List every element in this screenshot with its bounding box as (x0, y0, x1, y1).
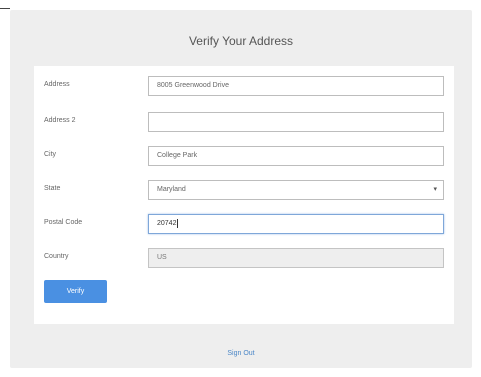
address-form: Address 8005 Greenwood Drive Address 2 C… (34, 66, 454, 324)
address-row: Address 8005 Greenwood Drive (34, 76, 454, 96)
text-caret (177, 218, 179, 228)
country-label: Country (44, 253, 69, 260)
postal-code-input[interactable]: 20742 (148, 214, 444, 234)
city-row: City College Park (34, 146, 454, 166)
address2-row: Address 2 (34, 112, 454, 132)
page: Verify Your Address Address 8005 Greenwo… (0, 0, 481, 377)
state-select[interactable]: Maryland ▾ (148, 180, 444, 200)
corner-mark (0, 8, 10, 9)
address2-input[interactable] (148, 112, 444, 132)
chevron-down-icon: ▾ (433, 186, 437, 193)
address-label: Address (44, 81, 70, 88)
state-label: State (44, 185, 61, 192)
state-row: State Maryland ▾ (34, 180, 454, 200)
country-row: Country US (34, 248, 454, 268)
city-label: City (44, 151, 57, 158)
verify-address-panel: Verify Your Address Address 8005 Greenwo… (10, 10, 472, 368)
sign-out-link[interactable]: Sign Out (10, 350, 472, 357)
country-input: US (148, 248, 444, 268)
page-title: Verify Your Address (188, 34, 294, 48)
verify-button[interactable]: Verify (44, 280, 107, 303)
postal-code-value: 20742 (157, 220, 177, 227)
address2-label: Address 2 (44, 117, 76, 124)
state-value: Maryland (157, 186, 186, 193)
address-input[interactable]: 8005 Greenwood Drive (148, 76, 444, 96)
city-input[interactable]: College Park (148, 146, 444, 166)
postal-code-row: Postal Code 20742 (34, 214, 454, 234)
postal-code-label: Postal Code (44, 219, 83, 226)
